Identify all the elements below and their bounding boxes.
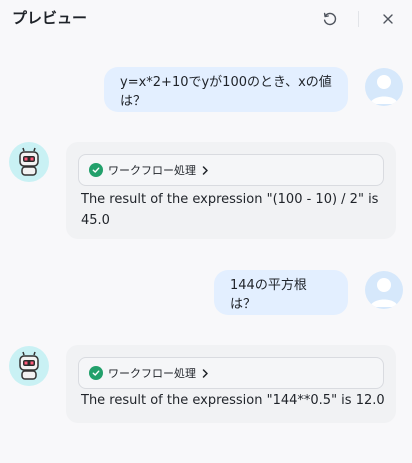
workflow-status-chip[interactable]: ワークフロー処理	[78, 357, 384, 389]
user-avatar	[365, 271, 403, 309]
header-divider	[358, 11, 359, 27]
check-circle-icon	[89, 163, 103, 177]
chevron-right-icon	[202, 368, 209, 378]
user-avatar	[365, 68, 403, 106]
page-title: プレビュー	[12, 9, 88, 27]
refresh-icon	[323, 12, 337, 26]
refresh-button[interactable]	[320, 9, 340, 29]
chevron-right-icon	[202, 165, 209, 175]
workflow-status-chip[interactable]: ワークフロー処理	[78, 154, 384, 186]
bot-message-line: 45.0	[81, 213, 110, 228]
user-message-text: y=x*2+10でyが100のとき、xの値は？	[120, 74, 332, 109]
robot-icon	[19, 147, 39, 176]
workflow-label: ワークフロー処理	[108, 367, 196, 380]
bot-message-bubble: ワークフロー処理 The result of the expression "(…	[66, 142, 396, 239]
bot-message-text: The result of the expression "(100 - 10)…	[81, 189, 378, 231]
close-button[interactable]	[378, 9, 398, 29]
user-message-text: 144の平方根は？	[230, 277, 307, 312]
workflow-label: ワークフロー処理	[108, 164, 196, 177]
user-message-bubble: y=x*2+10でyが100のとき、xの値は？	[104, 67, 348, 112]
close-icon	[383, 14, 393, 24]
bot-avatar	[9, 142, 49, 182]
user-avatar-icon	[370, 75, 398, 104]
user-message-bubble: 144の平方根は？	[214, 270, 348, 315]
user-avatar-icon	[370, 278, 398, 307]
robot-icon	[19, 351, 39, 380]
bot-message-line: The result of the expression "(100 - 10)…	[81, 192, 379, 207]
bot-avatar	[9, 346, 49, 386]
bot-message-bubble: ワークフロー処理 The result of the expression "1…	[66, 345, 396, 423]
header: プレビュー	[0, 0, 412, 40]
bot-message-text: The result of the expression "144**0.5" …	[81, 390, 385, 411]
bot-message-line: The result of the expression "144**0.5" …	[81, 393, 385, 408]
check-circle-icon	[89, 366, 103, 380]
